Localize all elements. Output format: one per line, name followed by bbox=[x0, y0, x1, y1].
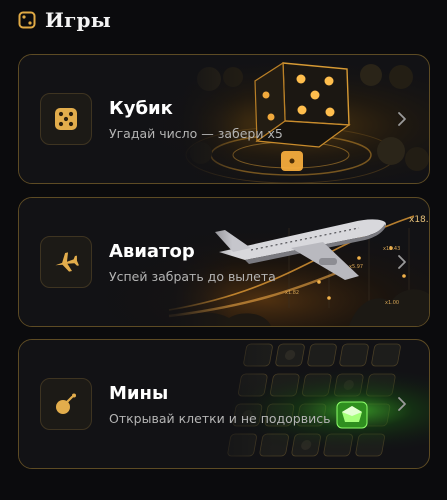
bomb-icon-tile bbox=[40, 378, 92, 430]
dice-icon bbox=[18, 11, 36, 29]
dice-icon bbox=[55, 108, 77, 130]
chevron-right-icon bbox=[398, 255, 406, 269]
airplane-icon bbox=[55, 252, 79, 272]
game-title: Авиатор bbox=[109, 241, 195, 262]
page-header: Игры bbox=[18, 8, 111, 32]
game-title: Кубик bbox=[109, 98, 173, 119]
game-card-aviator[interactable]: x18.7 x12.43 x5.97 x1.82 x1.00 Авиатор У… bbox=[18, 197, 430, 327]
game-subtitle: Успей забрать до вылета bbox=[109, 269, 276, 284]
game-subtitle: Открывай клетки и не подорвись bbox=[109, 411, 331, 426]
game-card-mines[interactable]: Мины Открывай клетки и не подорвись bbox=[18, 339, 430, 469]
bomb-icon bbox=[56, 393, 76, 414]
page-title: Игры bbox=[45, 8, 111, 32]
chevron-right-icon bbox=[398, 112, 406, 126]
dice-icon-tile bbox=[40, 93, 92, 145]
game-title: Мины bbox=[109, 383, 169, 404]
game-card-dice[interactable]: Кубик Угадай число — забери x5 bbox=[18, 54, 430, 184]
airplane-icon-tile bbox=[40, 236, 92, 288]
game-subtitle: Угадай число — забери x5 bbox=[109, 126, 283, 141]
chevron-right-icon bbox=[398, 397, 406, 411]
